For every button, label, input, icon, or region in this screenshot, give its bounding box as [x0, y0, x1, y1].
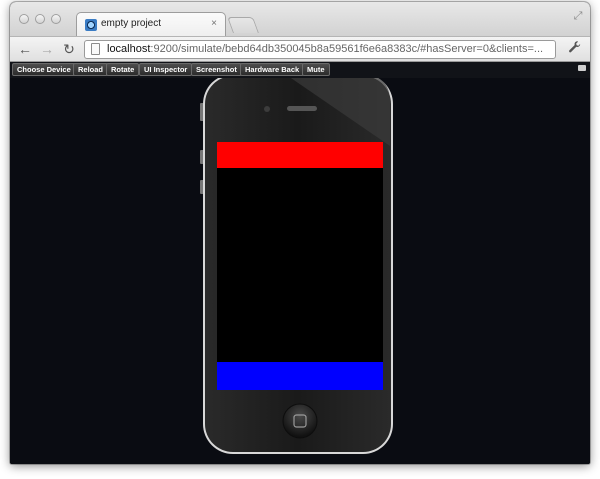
forward-arrow-icon[interactable]: →: [38, 40, 56, 58]
bottom-color-bar: [217, 362, 383, 390]
browser-window: empty project × ⤢ ← → ↻ localhost:9200/s…: [10, 2, 590, 464]
phone-device: [200, 78, 393, 454]
close-icon[interactable]: ×: [211, 18, 217, 29]
minimize-window-button[interactable]: [35, 14, 45, 24]
tab-empty-project[interactable]: empty project ×: [76, 12, 226, 38]
wrench-icon[interactable]: [566, 40, 584, 58]
url-text: localhost:9200/simulate/bebd64db350045b8…: [107, 43, 543, 55]
console-icon[interactable]: [578, 65, 586, 71]
reload-button[interactable]: Reload: [73, 63, 109, 76]
app-favicon-icon: [85, 19, 97, 31]
new-tab-icon[interactable]: [227, 17, 259, 33]
simulator-toolbar: Choose Device Reload Rotate UI Inspector…: [10, 62, 590, 78]
close-window-button[interactable]: [19, 14, 29, 24]
screenshot-button[interactable]: Screenshot: [191, 63, 242, 76]
browser-toolbar: ← → ↻ localhost:9200/simulate/bebd64db35…: [10, 36, 590, 62]
zoom-window-button[interactable]: [51, 14, 61, 24]
home-button-icon[interactable]: [282, 403, 318, 439]
earpiece: [287, 106, 317, 111]
top-color-bar: [217, 142, 383, 168]
reload-icon[interactable]: ↻: [60, 40, 78, 58]
ui-inspector-button[interactable]: UI Inspector: [139, 63, 193, 76]
url-host: localhost: [107, 43, 151, 55]
rotate-button[interactable]: Rotate: [106, 63, 140, 76]
fullscreen-icon[interactable]: ⤢: [572, 10, 584, 22]
tab-title: empty project: [101, 18, 162, 29]
simulator-stage: [10, 78, 590, 464]
address-bar[interactable]: localhost:9200/simulate/bebd64db350045b8…: [84, 40, 556, 59]
tab-strip: empty project × ⤢: [10, 2, 590, 38]
mute-button[interactable]: Mute: [302, 63, 330, 76]
choose-device-button[interactable]: Choose Device: [12, 63, 76, 76]
hardware-back-button[interactable]: Hardware Back: [240, 63, 305, 76]
front-camera: [264, 106, 270, 112]
url-path: :9200/simulate/bebd64db350045b8a59561f6e…: [150, 43, 544, 55]
page-icon: [91, 43, 100, 55]
back-arrow-icon[interactable]: ←: [16, 40, 34, 58]
phone-screen[interactable]: [217, 142, 383, 390]
